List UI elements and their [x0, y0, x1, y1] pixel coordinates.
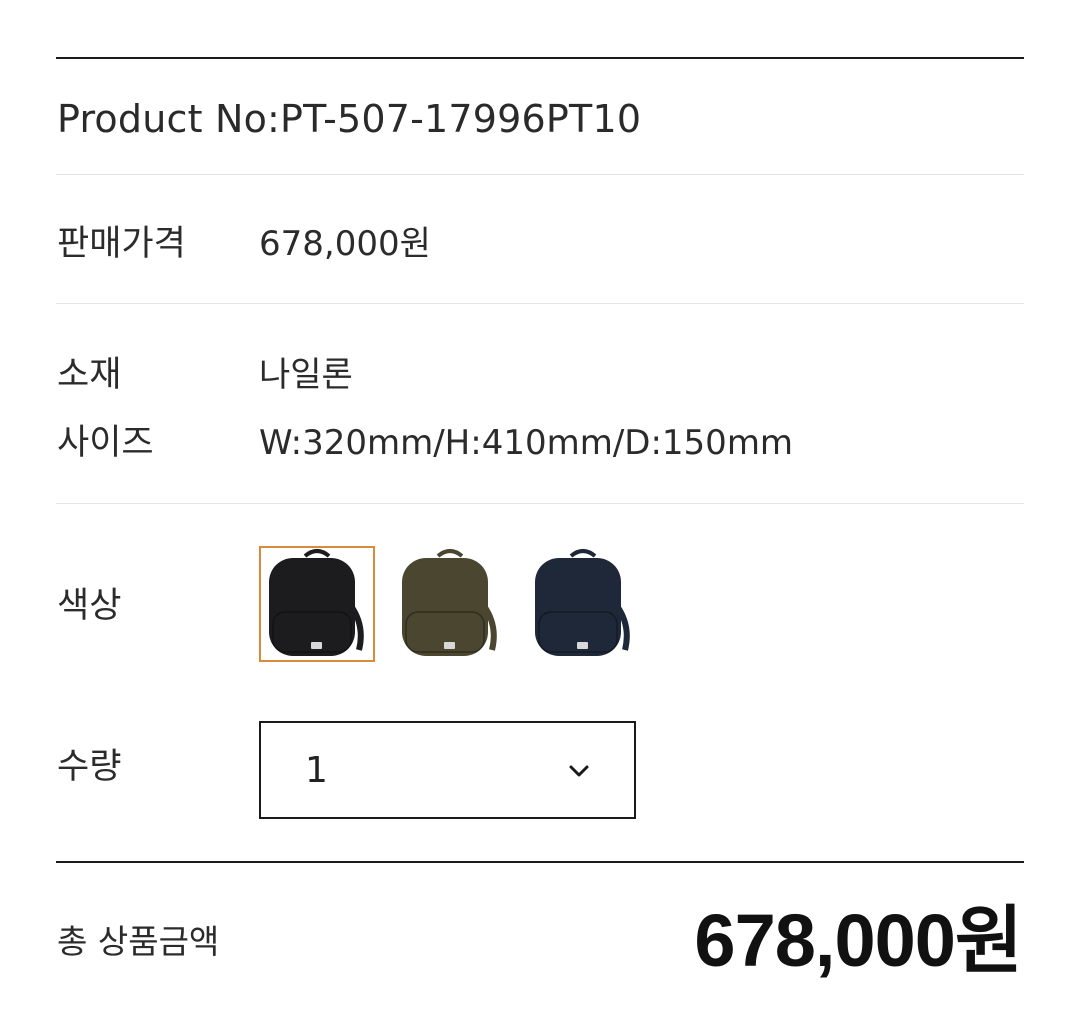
olive-backpack-image: [402, 549, 497, 656]
black-backpack-image: [269, 549, 364, 656]
top-divider: [56, 57, 1024, 59]
color-option-black[interactable]: [259, 546, 375, 662]
product-number: Product No:PT-507-17996PT10: [57, 97, 642, 141]
total-divider: [56, 861, 1024, 863]
quantity-select[interactable]: 1: [259, 721, 636, 819]
size-label: 사이즈: [57, 423, 154, 463]
color-options: [259, 546, 659, 662]
quantity-value: 1: [305, 750, 328, 791]
chevron-down-icon: [569, 765, 589, 777]
divider: [56, 174, 1024, 175]
color-option-navy[interactable]: [525, 546, 641, 662]
material-label: 소재: [57, 355, 122, 395]
divider: [56, 303, 1024, 304]
total-label: 총 상품금액: [57, 922, 220, 961]
navy-backpack-image: [535, 549, 630, 656]
color-label: 색상: [57, 586, 122, 626]
product-detail-panel: Product No:PT-507-17996PT10 판매가격 678,000…: [0, 0, 1080, 1011]
quantity-label: 수량: [57, 747, 122, 787]
color-option-olive[interactable]: [392, 546, 508, 662]
total-amount: 678,000원: [694, 899, 1023, 982]
price-value: 678,000원: [259, 224, 431, 264]
divider: [56, 503, 1024, 504]
price-label: 판매가격: [57, 224, 186, 264]
size-value: W:320mm/H:410mm/D:150mm: [259, 423, 794, 463]
material-value: 나일론: [259, 355, 353, 395]
